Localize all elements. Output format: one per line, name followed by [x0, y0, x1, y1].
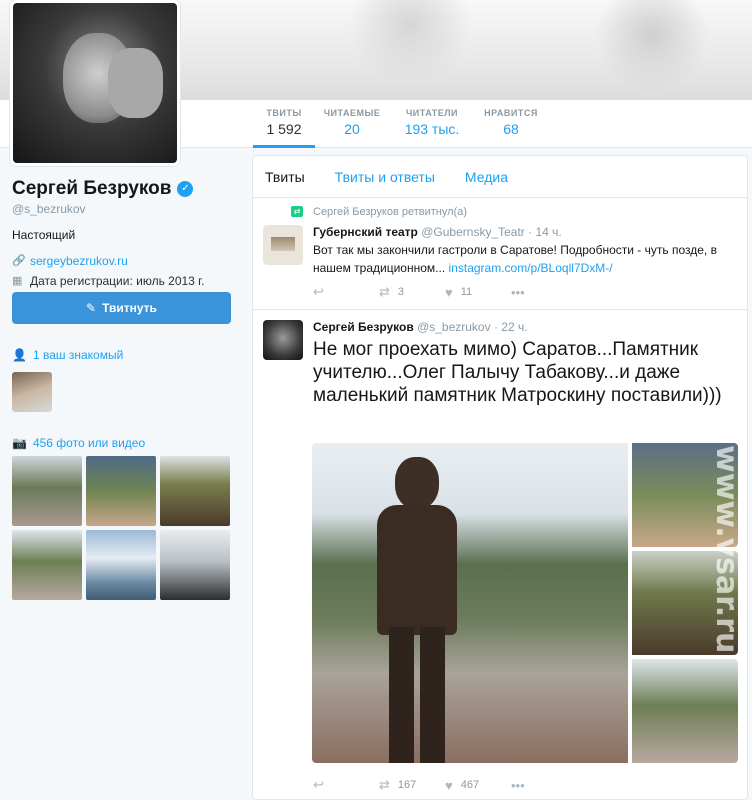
statue-head	[395, 457, 439, 509]
media-thumb[interactable]	[86, 456, 156, 526]
retweet-icon: ⇄	[379, 777, 390, 792]
profile-avatar[interactable]	[10, 0, 180, 166]
person-icon: 👤	[12, 348, 27, 362]
tweet-header: Губернский театр @Gubernsky_Teatr · 14 ч…	[313, 225, 562, 239]
like-button[interactable]: ♥ 467	[445, 778, 511, 793]
media-thumb[interactable]	[86, 530, 156, 600]
profile-handle[interactable]: @s_bezrukov	[12, 202, 232, 216]
reply-icon: ↩	[313, 777, 324, 792]
heart-icon: ♥	[445, 777, 453, 793]
retweet-button[interactable]: ⇄ 167	[379, 777, 445, 793]
profile-card: Сергей Безруков ✓ @s_bezrukov Настоящий …	[12, 178, 232, 288]
media-thumb[interactable]	[12, 530, 82, 600]
tweet-actions: ↩ ⇄ 3 ♥ 11 •••	[313, 284, 525, 300]
stat-value: 193 тыс.	[404, 121, 460, 137]
statue-legs	[389, 627, 445, 763]
tweet-text: Не мог проехать мимо) Саратов...Памятник…	[313, 339, 722, 406]
more-button[interactable]: •••	[511, 778, 525, 793]
tweet-dot: ·	[493, 320, 498, 334]
like-count: 11	[460, 286, 473, 298]
verified-badge-icon: ✓	[177, 181, 194, 197]
profile-website[interactable]: 🔗 sergeybezrukov.ru	[12, 254, 232, 268]
stat-likes[interactable]: НРАВИТСЯ 68	[480, 100, 542, 148]
stat-tweets[interactable]: ТВИТЫ 1 592	[253, 100, 315, 148]
reply-button[interactable]: ↩	[313, 284, 379, 300]
tweet-time[interactable]: 22 ч.	[501, 320, 527, 334]
profile-name-row: Сергей Безруков ✓	[12, 178, 232, 200]
stat-label: ТВИТЫ	[266, 108, 302, 118]
photos-videos-label[interactable]: 456 фото или видео	[33, 436, 145, 450]
link-icon: 🔗	[12, 255, 26, 267]
tweet-item[interactable]: ⇄ Сергей Безруков ретвитнул(а) Губернски…	[253, 198, 747, 310]
profile-joined: ▦ Дата регистрации: июль 2013 г.	[12, 274, 232, 288]
joined-text: Дата регистрации: июль 2013 г.	[30, 274, 205, 288]
more-button[interactable]: •••	[511, 285, 525, 300]
followers-you-know[interactable]: 👤 1 ваш знакомый	[12, 348, 123, 362]
followers-you-know-label[interactable]: 1 ваш знакомый	[33, 348, 123, 362]
tweet-dot: ·	[528, 225, 533, 239]
photos-videos[interactable]: 📷 456 фото или видео	[12, 436, 145, 450]
media-thumb[interactable]	[160, 456, 230, 526]
more-icon: •••	[511, 284, 525, 300]
tweet-header: Сергей Безруков @s_bezrukov · 22 ч.	[313, 320, 528, 334]
compose-icon: ✎	[86, 301, 97, 315]
avatar-photo	[13, 3, 177, 163]
friend-avatar[interactable]	[12, 372, 52, 412]
statue-figure	[367, 457, 467, 763]
camera-icon: 📷	[12, 436, 27, 450]
stat-label: ЧИТАЕМЫЕ	[323, 108, 381, 118]
timeline-tabs: Твиты Твиты и ответы Медиа	[253, 156, 747, 198]
tweet-link[interactable]: instagram.com/p/BLoqll7DxM-/	[449, 261, 613, 275]
retweet-icon: ⇄	[291, 206, 303, 217]
tweet-photo-main[interactable]	[312, 443, 628, 763]
tweet-button-label: Твитнуть	[102, 301, 157, 315]
retweet-count: 3	[397, 286, 405, 298]
tweet-actions: ↩ ⇄ 167 ♥ 467 •••	[313, 777, 525, 793]
website-link[interactable]: sergeybezrukov.ru	[30, 254, 128, 268]
cover-shape	[592, 0, 712, 90]
cover-shape	[340, 0, 480, 80]
retweet-icon: ⇄	[379, 284, 390, 299]
more-icon: •••	[511, 777, 525, 793]
statue-body	[377, 505, 457, 635]
tweet-author-name[interactable]: Губернский театр	[313, 225, 418, 239]
tab-media[interactable]: Медиа	[465, 169, 508, 185]
reply-icon: ↩	[313, 284, 324, 299]
tweet-author-handle[interactable]: @Gubernsky_Teatr	[421, 225, 525, 239]
reply-button[interactable]: ↩	[313, 777, 379, 793]
media-thumb[interactable]	[160, 530, 230, 600]
calendar-icon: ▦	[12, 275, 23, 287]
media-thumb[interactable]	[12, 456, 82, 526]
stat-value: 20	[344, 121, 360, 137]
stat-value: 68	[503, 121, 519, 137]
tweet-text: Вот так мы закончили гастроли в Саратове…	[313, 241, 733, 277]
stat-label: НРАВИТСЯ	[484, 108, 538, 118]
watermark: www.vsar.ru	[704, 445, 748, 775]
tab-tweets-and-replies[interactable]: Твиты и ответы	[335, 169, 435, 185]
tab-tweets[interactable]: Твиты	[265, 169, 305, 185]
tweet-author-handle[interactable]: @s_bezrukov	[417, 320, 491, 334]
profile-name[interactable]: Сергей Безруков	[12, 178, 171, 200]
stat-value: 1 592	[266, 121, 302, 137]
stat-label: ЧИТАТЕЛИ	[405, 108, 459, 118]
tweet-avatar[interactable]	[263, 320, 303, 360]
avatar-hand	[108, 48, 163, 118]
like-button[interactable]: ♥ 11	[445, 285, 511, 300]
stat-following[interactable]: ЧИТАЕМЫЕ 20	[322, 100, 382, 148]
tweet-avatar[interactable]	[263, 225, 303, 265]
watermark-text: www.vsar.ru	[709, 445, 744, 654]
tweet-button[interactable]: ✎ Твитнуть	[12, 292, 231, 324]
retweet-count: 167	[397, 779, 417, 791]
like-count: 467	[460, 779, 480, 791]
tweet-author-name[interactable]: Сергей Безруков	[313, 320, 414, 334]
stat-followers[interactable]: ЧИТАТЕЛИ 193 тыс.	[400, 100, 464, 148]
heart-icon: ♥	[445, 284, 453, 300]
profile-bio: Настоящий	[12, 228, 76, 242]
retweet-context[interactable]: Сергей Безруков ретвитнул(а)	[313, 206, 467, 218]
retweet-button[interactable]: ⇄ 3	[379, 284, 445, 300]
tweet-time[interactable]: 14 ч.	[535, 225, 561, 239]
